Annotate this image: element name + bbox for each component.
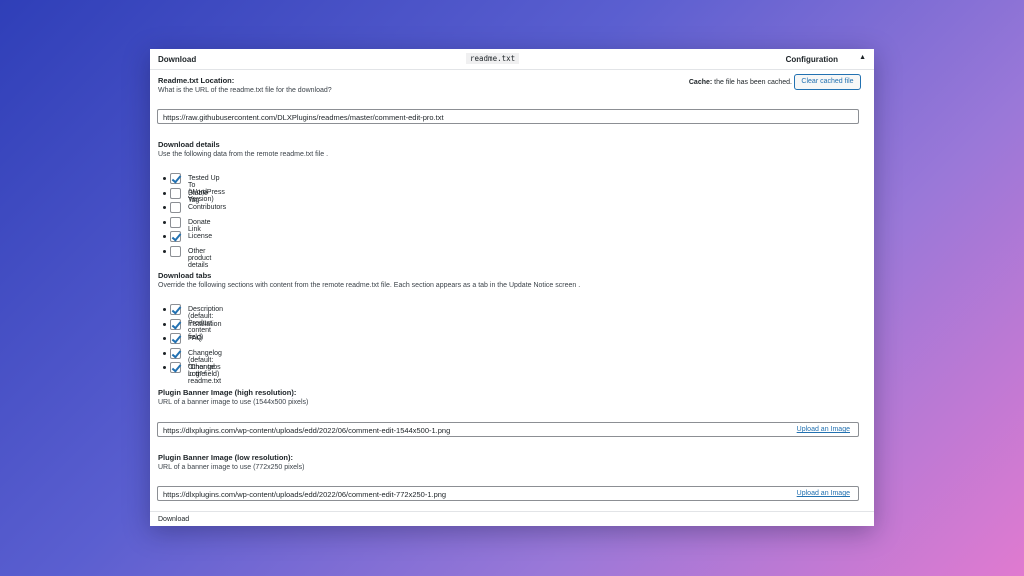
readme-location-label: Readme.txt Location:: [158, 76, 235, 85]
checkbox[interactable]: [170, 216, 181, 228]
checkbox-label: FAQ: [188, 335, 203, 342]
banner-high-value: https://dlxplugins.com/wp-content/upload…: [163, 426, 451, 435]
checkbox[interactable]: [170, 333, 181, 344]
download-panel: Download readme.txt Configuration ▲ Read…: [150, 49, 874, 526]
readme-location-desc: What is the URL of the readme.txt file f…: [158, 87, 332, 94]
download-tabs-desc: Override the following sections with con…: [158, 282, 581, 289]
bullet-icon: [163, 351, 166, 355]
checkbox-label: Stable Tag: [188, 189, 208, 204]
footer-title: Download: [158, 516, 190, 523]
banner-low-desc: URL of a banner image to use (772x250 pi…: [158, 464, 305, 471]
configuration-label[interactable]: Configuration: [786, 55, 838, 64]
upload-image-high-button[interactable]: Upload an Image: [797, 426, 850, 433]
download-tabs-label: Download tabs: [158, 271, 212, 280]
bullet-icon: [163, 337, 166, 340]
readme-code-label: readme.txt: [466, 53, 520, 64]
checkbox[interactable]: [170, 362, 181, 373]
checkbox[interactable]: [170, 318, 181, 330]
banner-high-label: Plugin Banner Image (high resolution):: [158, 388, 297, 397]
download-details-desc: Use the following data from the remote r…: [158, 151, 329, 158]
panel-footer: Download: [150, 511, 874, 526]
cache-status-text: the file has been cached.: [712, 79, 792, 86]
checkbox[interactable]: [170, 173, 181, 184]
bullet-icon: [163, 191, 166, 195]
bullet-icon: [163, 235, 166, 238]
cache-status-label: Cache:: [688, 79, 713, 86]
checkbox[interactable]: [170, 245, 181, 257]
download-details-label: Download details: [158, 140, 220, 149]
bullet-icon: [163, 249, 166, 253]
checkbox-label: Other tabs in the readme.txt: [188, 364, 222, 385]
checkbox[interactable]: [170, 347, 181, 359]
checkbox[interactable]: [170, 231, 181, 242]
bullet-icon: [163, 366, 166, 369]
banner-high-input[interactable]: https://dlxplugins.com/wp-content/upload…: [157, 422, 859, 437]
clear-cache-button[interactable]: Clear cached file: [794, 74, 861, 90]
checkbox-label: Contributors: [188, 204, 227, 211]
checkbox-label: Other product details: [188, 247, 212, 269]
bullet-icon: [163, 206, 166, 209]
bullet-icon: [163, 308, 166, 311]
upload-image-low-button[interactable]: Upload an Image: [797, 490, 850, 497]
banner-low-label: Plugin Banner Image (low resolution):: [158, 453, 294, 462]
checkbox[interactable]: [170, 202, 181, 213]
bullet-icon: [163, 220, 166, 224]
collapse-arrow-icon[interactable]: ▲: [859, 54, 866, 61]
checkbox-label: Installation: [188, 320, 222, 328]
cache-status: Cache: the file has been cached.: [689, 79, 792, 86]
banner-high-desc: URL of a banner image to use (1544x500 p…: [158, 399, 309, 406]
checkbox-label: Donate Link: [188, 218, 211, 233]
banner-low-value: https://dlxplugins.com/wp-content/upload…: [163, 490, 447, 499]
checkbox-label: License: [188, 233, 213, 240]
bullet-icon: [163, 177, 166, 180]
bullet-icon: [163, 322, 166, 326]
checkbox[interactable]: [170, 187, 181, 199]
panel-title: Download: [158, 55, 197, 64]
checkbox[interactable]: [170, 304, 181, 315]
panel-header: Download readme.txt Configuration ▲: [150, 49, 874, 70]
readme-url-input[interactable]: https://raw.githubusercontent.com/DLXPlu…: [157, 109, 859, 124]
banner-low-input[interactable]: https://dlxplugins.com/wp-content/upload…: [157, 486, 859, 501]
